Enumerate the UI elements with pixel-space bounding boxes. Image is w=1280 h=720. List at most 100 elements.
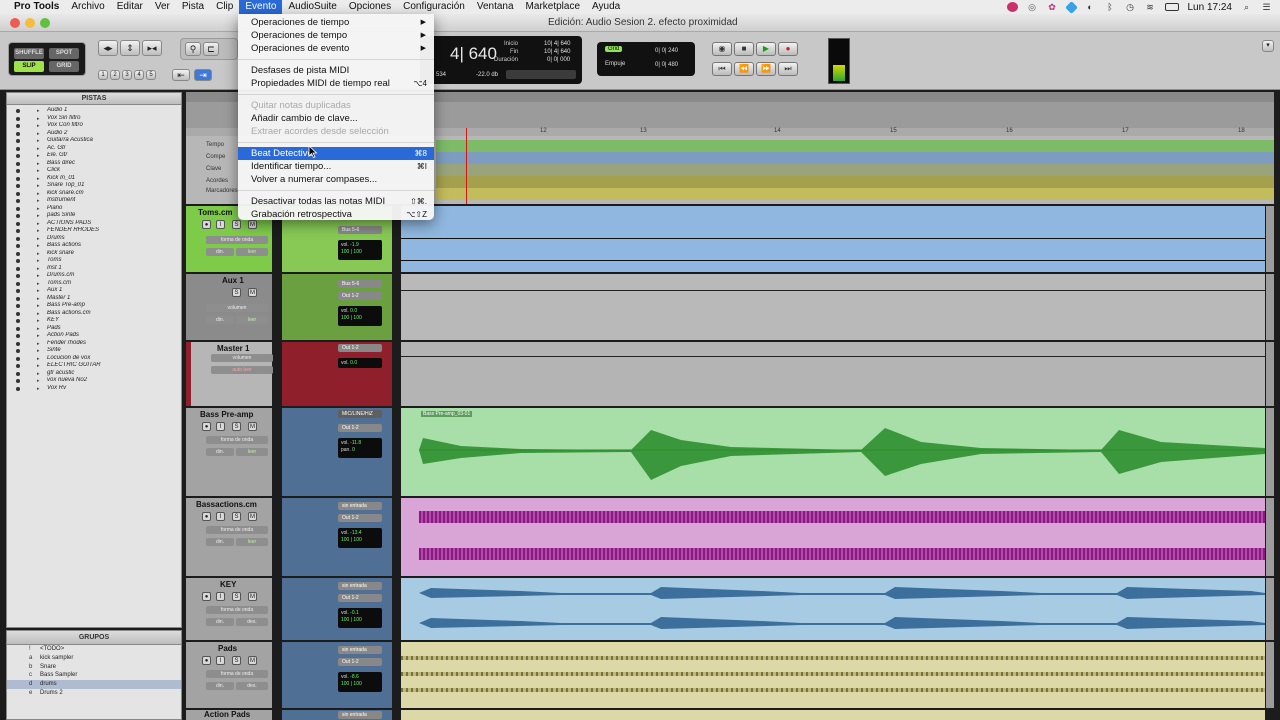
audio-clip[interactable] bbox=[401, 498, 1265, 576]
track-visibility-dot[interactable] bbox=[16, 251, 20, 256]
track-list-item[interactable]: ▸ Vox Rv bbox=[7, 385, 181, 393]
menubar-clock[interactable]: Lun 17:24 bbox=[1188, 2, 1233, 13]
zoom-preset-5[interactable]: 5 bbox=[146, 70, 156, 80]
output-selector[interactable]: Bus 5-6 bbox=[338, 226, 382, 234]
ruler-chords[interactable]: Acordes bbox=[206, 178, 228, 184]
record-arm-button[interactable]: ● bbox=[202, 656, 211, 665]
track-visibility-dot[interactable] bbox=[16, 191, 20, 196]
clip-lane[interactable] bbox=[401, 342, 1265, 406]
online-icon[interactable]: ◉ bbox=[712, 42, 732, 56]
menu-pista[interactable]: Pista bbox=[176, 0, 210, 14]
battery-icon[interactable] bbox=[1164, 3, 1179, 11]
track-visibility-dot[interactable] bbox=[16, 281, 20, 286]
end-value[interactable]: 10| 4| 640 bbox=[544, 49, 570, 55]
group-list-item[interactable]: c Bass Sampler bbox=[7, 671, 181, 680]
volume-pan-display[interactable]: vol. -11.8 pan. 0 bbox=[338, 438, 382, 458]
length-value[interactable]: 0| 0| 000 bbox=[547, 57, 570, 63]
record-arm-button[interactable]: ● bbox=[202, 422, 211, 431]
input-selector[interactable]: sin entrada bbox=[338, 502, 382, 510]
automation-mode[interactable]: leer bbox=[236, 538, 268, 546]
solo-button[interactable]: S bbox=[232, 220, 241, 229]
close-window-button[interactable] bbox=[10, 18, 20, 28]
track-name[interactable]: Action Pads bbox=[204, 710, 250, 719]
menu-marketplace[interactable]: Marketplace bbox=[520, 0, 586, 14]
track-list-item[interactable]: ▸ Piano bbox=[7, 205, 181, 213]
dynamics-button[interactable]: din. bbox=[206, 316, 234, 324]
dynamics-button[interactable]: din. bbox=[206, 538, 234, 546]
audio-clip[interactable]: Bass Pre-amp_03-01 bbox=[401, 408, 1265, 496]
menu-clip[interactable]: Clip bbox=[210, 0, 239, 14]
track-header[interactable]: KEY ● I S M forma de onda din. des. bbox=[186, 578, 272, 640]
menu-archivo[interactable]: Archivo bbox=[65, 0, 110, 14]
vertical-scrollbar[interactable] bbox=[1266, 274, 1274, 340]
track-visibility-dot[interactable] bbox=[16, 146, 20, 151]
dropbox-icon[interactable] bbox=[1064, 0, 1078, 14]
track-list-item[interactable]: ▸ Bass actions bbox=[7, 242, 181, 250]
track-list-item[interactable]: ▸ Toms.cm bbox=[7, 280, 181, 288]
track-view-selector[interactable]: forma de onda bbox=[206, 526, 268, 534]
input-selector[interactable]: sin entrada bbox=[338, 711, 382, 719]
menu-item[interactable]: Desfases de pista MIDI bbox=[238, 64, 434, 77]
track-visibility-dot[interactable] bbox=[16, 229, 20, 233]
output-selector[interactable]: Out 1-2 bbox=[338, 344, 382, 352]
track-list-item[interactable]: ▸ Audio 1 bbox=[7, 107, 181, 115]
track-list-item[interactable]: ▸ Ac. Gtr bbox=[7, 145, 181, 153]
track-visibility-dot[interactable] bbox=[16, 109, 20, 113]
track-list-item[interactable]: ▸ Drums bbox=[7, 235, 181, 243]
zoom-out-horizontal-button[interactable]: ◂▸ bbox=[98, 40, 118, 56]
volume-pan-display[interactable]: vol. -1.9 100 | 100 bbox=[338, 240, 382, 260]
menu-opciones[interactable]: Opciones bbox=[343, 0, 397, 14]
track-visibility-dot[interactable] bbox=[16, 334, 20, 338]
track-list-item[interactable]: ▸ Audio 2 bbox=[7, 130, 181, 138]
zoom-window-button[interactable] bbox=[40, 18, 50, 28]
zoom-preset-4[interactable]: 4 bbox=[134, 70, 144, 80]
sound-icon[interactable]: ◐ bbox=[1085, 2, 1096, 12]
track-view-selector[interactable]: volumen bbox=[211, 354, 273, 362]
main-counter[interactable]: 4| 640 Inicio Fin Duración 10| 4| 640 10… bbox=[420, 36, 582, 84]
track-visibility-dot[interactable] bbox=[16, 326, 20, 331]
mute-button[interactable]: M bbox=[248, 422, 257, 431]
rewind-icon[interactable]: ⏪ bbox=[734, 62, 754, 76]
zoom-preset-2[interactable]: 2 bbox=[110, 70, 120, 80]
track-name[interactable]: Master 1 bbox=[217, 344, 249, 353]
track-list-item[interactable]: ▸ ACTIONS PADS bbox=[7, 220, 181, 228]
menu-item[interactable]: Desactivar todas las notas MIDI ⇧⌘. bbox=[238, 195, 434, 208]
solo-button[interactable]: S bbox=[232, 512, 241, 521]
track-visibility-dot[interactable] bbox=[16, 176, 20, 181]
track-name[interactable]: KEY bbox=[220, 580, 236, 589]
track-list-item[interactable]: ▸ Instrument bbox=[7, 197, 181, 205]
automation-line[interactable] bbox=[401, 290, 1265, 291]
track-view-selector[interactable]: volumen bbox=[206, 304, 268, 312]
track-header[interactable]: Action Pads bbox=[186, 710, 272, 720]
automation-mode[interactable]: auto leer bbox=[211, 366, 273, 374]
vertical-scrollbar[interactable] bbox=[1266, 206, 1274, 272]
track-visibility-dot[interactable] bbox=[16, 266, 20, 271]
record-icon[interactable]: ● bbox=[778, 42, 798, 56]
app-menu[interactable]: Pro Tools bbox=[0, 0, 65, 14]
track-list-item[interactable]: ▸ Sinte bbox=[7, 347, 181, 355]
track-list-item[interactable]: ▸ Drums.cm bbox=[7, 272, 181, 280]
menu-item[interactable]: Operaciones de evento ▶ bbox=[238, 42, 434, 55]
return-to-zero-icon[interactable]: ⏮ bbox=[712, 62, 732, 76]
zoom-audio-button[interactable]: ⇕ bbox=[120, 40, 140, 56]
track-list-item[interactable]: ▸ Snare Top_01 bbox=[7, 182, 181, 190]
track-list-item[interactable]: ▸ Kick In_01 bbox=[7, 175, 181, 183]
track-visibility-dot[interactable] bbox=[16, 311, 20, 316]
track-visibility-dot[interactable] bbox=[16, 161, 20, 166]
track-list-item[interactable]: ▸ KEY bbox=[7, 317, 181, 325]
solo-button[interactable]: S bbox=[232, 288, 241, 297]
track-list-item[interactable]: ▸ kick snare.cm bbox=[7, 190, 181, 198]
vertical-scrollbar[interactable] bbox=[1266, 642, 1274, 708]
track-visibility-dot[interactable] bbox=[16, 341, 20, 346]
menu-configuracion[interactable]: Configuración bbox=[397, 0, 471, 14]
track-list-item[interactable]: ▸ Ele. Gtr bbox=[7, 152, 181, 160]
input-monitor-button[interactable]: I bbox=[216, 656, 225, 665]
track-header[interactable]: Aux 1 S M volumen din. leer bbox=[186, 274, 272, 340]
record-arm-button[interactable]: ● bbox=[202, 220, 211, 229]
output-selector[interactable]: Out 1-2 bbox=[338, 424, 382, 432]
solo-button[interactable]: S bbox=[232, 656, 241, 665]
group-list-item[interactable]: ! <TODO> bbox=[7, 645, 181, 654]
search-icon[interactable]: ⌕ bbox=[1241, 2, 1252, 12]
go-to-end-icon[interactable]: ⏭ bbox=[778, 62, 798, 76]
zoom-preset-1[interactable]: 1 bbox=[98, 70, 108, 80]
